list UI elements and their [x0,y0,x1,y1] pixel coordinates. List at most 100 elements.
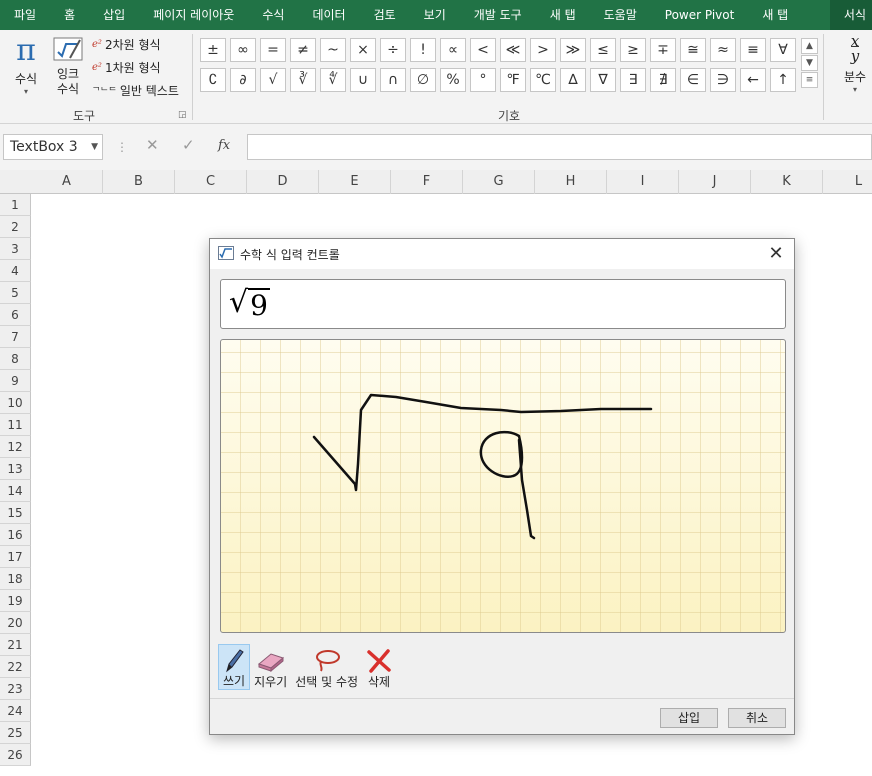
column-header[interactable]: F [391,170,463,194]
gallery-more-icon[interactable]: ≡ [801,72,818,88]
symbol-button[interactable]: ← [740,68,766,92]
row-header[interactable]: 23 [0,678,31,700]
row-header[interactable]: 10 [0,392,31,414]
tab-view[interactable]: 보기 [410,0,460,30]
write-tool-button[interactable]: 쓰기 [218,644,251,690]
symbol-button[interactable]: ∜ [320,68,346,92]
symbol-button[interactable]: ∩ [380,68,406,92]
column-header[interactable]: K [751,170,823,194]
row-header[interactable]: 12 [0,436,31,458]
row-header[interactable]: 7 [0,326,31,348]
row-header[interactable]: 2 [0,216,31,238]
erase-tool-button[interactable]: 지우기 [250,644,291,690]
symbol-button[interactable]: ≫ [560,38,586,62]
tab-review[interactable]: 검토 [360,0,410,30]
column-header[interactable]: J [679,170,751,194]
tab-new-tab-2[interactable]: 새 탭 [748,0,802,30]
symbol-button[interactable]: ∞ [230,38,256,62]
row-header[interactable]: 4 [0,260,31,282]
ink-equation-button[interactable]: 잉크 수식 [50,36,86,97]
tab-page-layout[interactable]: 페이지 레이아웃 [139,0,248,30]
symbol-button[interactable]: ∂ [230,68,256,92]
cancel-icon[interactable]: ✕ [146,136,159,154]
tab-formulas[interactable]: 수식 [248,0,298,30]
column-header[interactable]: I [607,170,679,194]
close-icon[interactable]: ✕ [766,243,786,264]
row-header[interactable]: 1 [0,194,31,216]
normal-text-button[interactable]: ᄀᄂᄃ 일반 텍스트 [92,82,179,99]
row-header[interactable]: 14 [0,480,31,502]
row-header[interactable]: 22 [0,656,31,678]
row-header[interactable]: 25 [0,722,31,744]
column-header[interactable]: L [823,170,872,194]
symbol-button[interactable]: ≠ [290,38,316,62]
symbol-button[interactable]: ∋ [710,68,736,92]
row-header[interactable]: 6 [0,304,31,326]
column-header[interactable]: E [319,170,391,194]
tab-power-pivot[interactable]: Power Pivot [651,0,749,30]
symbol-button[interactable]: ∀ [770,38,796,62]
tab-help[interactable]: 도움말 [590,0,651,30]
symbol-button[interactable]: ≪ [500,38,526,62]
symbol-button[interactable]: ° [470,68,496,92]
select-correct-tool-button[interactable]: 선택 및 수정 [291,644,362,690]
tab-home[interactable]: 홈 [50,0,89,30]
symbol-button[interactable]: > [530,38,556,62]
row-header[interactable]: 16 [0,524,31,546]
symbol-button[interactable]: √ [260,68,286,92]
symbol-button[interactable]: ∝ [440,38,466,62]
symbol-button[interactable]: % [440,68,466,92]
linear-format-button[interactable]: e² 1차원 형식 [92,59,161,76]
symbol-button[interactable]: ∪ [350,68,376,92]
tab-developer[interactable]: 개발 도구 [460,0,536,30]
row-header[interactable]: 9 [0,370,31,392]
symbol-button[interactable]: ~ [320,38,346,62]
symbol-button[interactable]: = [260,38,286,62]
scroll-down-icon[interactable]: ▼ [801,55,818,71]
row-header[interactable]: 3 [0,238,31,260]
row-header[interactable]: 15 [0,502,31,524]
row-header[interactable]: 11 [0,414,31,436]
column-header[interactable]: A [31,170,103,194]
symbol-button[interactable]: ∁ [200,68,226,92]
symbol-button[interactable]: < [470,38,496,62]
row-header[interactable]: 26 [0,744,31,766]
column-header[interactable]: B [103,170,175,194]
symbol-button[interactable]: ≡ [740,38,766,62]
tab-insert[interactable]: 삽입 [89,0,139,30]
symbol-button[interactable]: ∓ [650,38,676,62]
row-header[interactable]: 21 [0,634,31,656]
symbol-button[interactable]: ≅ [680,38,706,62]
row-header[interactable]: 24 [0,700,31,722]
tab-file[interactable]: 파일 [0,0,50,30]
name-box[interactable]: TextBox 3 ▼ [3,134,103,160]
tab-format[interactable]: 서식 [829,0,872,30]
symbol-button[interactable]: ∇ [590,68,616,92]
insert-function-icon[interactable]: fx [218,138,230,153]
symbol-button[interactable]: ↑ [770,68,796,92]
column-header[interactable]: D [247,170,319,194]
tab-new-tab-1[interactable]: 새 탭 [536,0,590,30]
symbol-button[interactable]: ∅ [410,68,436,92]
clear-tool-button[interactable]: 삭제 [362,644,396,690]
scroll-up-icon[interactable]: ▲ [801,38,818,54]
symbol-button[interactable]: ÷ [380,38,406,62]
professional-format-button[interactable]: e² 2차원 형식 [92,36,161,53]
enter-icon[interactable]: ✓ [182,136,195,154]
symbol-button[interactable]: × [350,38,376,62]
symbol-button[interactable]: ∄ [650,68,676,92]
symbol-button[interactable]: ≈ [710,38,736,62]
row-header[interactable]: 20 [0,612,31,634]
tab-data[interactable]: 데이터 [298,0,359,30]
equation-button[interactable]: π 수식 ▾ [8,34,44,97]
symbol-button[interactable]: ∃ [620,68,646,92]
symbol-button[interactable]: ≤ [590,38,616,62]
symbol-button[interactable]: ! [410,38,436,62]
row-header[interactable]: 19 [0,590,31,612]
row-header[interactable]: 13 [0,458,31,480]
ink-writing-area[interactable] [220,339,786,633]
row-header[interactable]: 8 [0,348,31,370]
symbol-button[interactable]: ∈ [680,68,706,92]
symbol-button[interactable]: ∛ [290,68,316,92]
insert-button[interactable]: 삽입 [660,708,718,728]
